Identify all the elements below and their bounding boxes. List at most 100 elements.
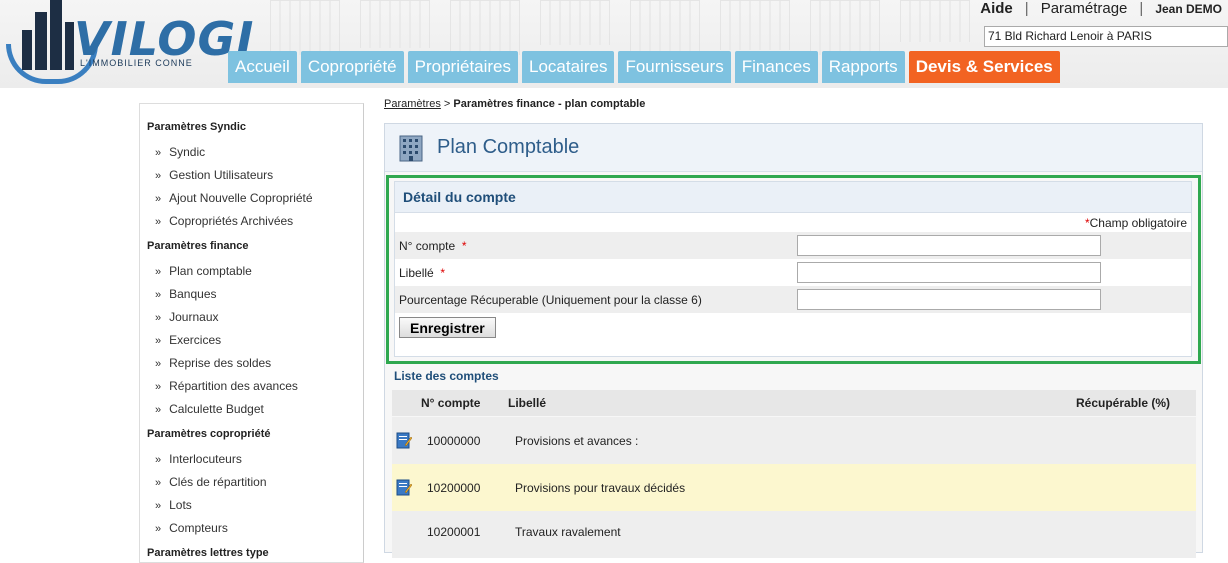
account-libelle: Travaux ravalement bbox=[515, 525, 621, 539]
table-row[interactable]: 10000000 Provisions et avances : bbox=[392, 417, 1196, 464]
arrow-icon: » bbox=[155, 358, 162, 370]
breadcrumb-current: Paramètres finance - plan comptable bbox=[453, 98, 646, 110]
required-mark: * bbox=[461, 238, 467, 253]
header: VILOGI L'IMMOBILIER CONNE Aide | Paramét… bbox=[0, 0, 1228, 88]
sidebar-item-exercices[interactable]: » Exercices bbox=[147, 329, 356, 352]
sidebar-item-label: Journaux bbox=[169, 310, 219, 324]
column-header-recuperable[interactable]: Récupérable (%) bbox=[1076, 396, 1170, 410]
background-building bbox=[360, 0, 430, 48]
background-building bbox=[630, 0, 700, 55]
arrow-icon: » bbox=[155, 454, 162, 466]
page-title: Plan Comptable bbox=[437, 136, 580, 158]
field-label: Libellé bbox=[399, 265, 434, 280]
sidebar-item-label: Copropriétés Archivées bbox=[169, 214, 294, 228]
nav-tab-locataires[interactable]: Locataires bbox=[522, 51, 615, 83]
main-nav: Accueil Copropriété Propriétaires Locata… bbox=[228, 51, 1060, 83]
sidebar-item-reprise-soldes[interactable]: » Reprise des soldes bbox=[147, 352, 356, 375]
nav-tab-finances[interactable]: Finances bbox=[734, 51, 818, 83]
sidebar-heading: Paramètres lettres type bbox=[147, 547, 269, 559]
separator: | bbox=[1139, 0, 1144, 17]
breadcrumb: Paramètres > Paramètres finance - plan c… bbox=[384, 98, 645, 110]
required-note-text: Champ obligatoire bbox=[1089, 216, 1187, 230]
sidebar-item-label: Exercices bbox=[169, 333, 222, 347]
background-building bbox=[900, 0, 970, 42]
save-button[interactable]: Enregistrer bbox=[399, 317, 496, 338]
aide-link[interactable]: Aide bbox=[980, 0, 1013, 17]
nav-tab-rapports[interactable]: Rapports bbox=[821, 51, 905, 83]
nav-tab-proprietaires[interactable]: Propriétaires bbox=[407, 51, 519, 83]
table-row[interactable]: 10200000 Provisions pour travaux décidés bbox=[392, 464, 1196, 511]
user-name[interactable]: Jean DEMO bbox=[1155, 2, 1222, 16]
arrow-icon: » bbox=[155, 381, 162, 393]
sidebar-item-label: Plan comptable bbox=[169, 264, 252, 278]
required-mark: * bbox=[440, 265, 446, 280]
top-links: Aide | Paramétrage | Jean DEMO bbox=[980, 0, 1222, 17]
breadcrumb-link-parametres[interactable]: Paramètres bbox=[384, 98, 441, 110]
column-header-num[interactable]: N° compte bbox=[421, 396, 480, 410]
arrow-icon: » bbox=[155, 500, 162, 512]
background-building bbox=[540, 0, 610, 45]
table-header: N° compte Libellé Récupérable (%) bbox=[392, 390, 1196, 416]
libelle-input[interactable] bbox=[797, 262, 1101, 283]
arrow-icon: » bbox=[155, 523, 162, 535]
pourcentage-input[interactable] bbox=[797, 289, 1101, 310]
parametrage-link[interactable]: Paramétrage bbox=[1041, 0, 1128, 17]
copropriete-selector[interactable]: 71 Bld Richard Lenoir à PARIS bbox=[984, 26, 1228, 47]
edit-icon[interactable] bbox=[396, 478, 412, 496]
form-row-pourcentage: Pourcentage Récuperable (Uniquement pour… bbox=[395, 286, 1191, 313]
sidebar-item-gestion-utilisateurs[interactable]: » Gestion Utilisateurs bbox=[147, 164, 356, 187]
nav-tab-accueil[interactable]: Accueil bbox=[228, 51, 297, 83]
sidebar-item-label: Banques bbox=[169, 287, 217, 301]
form-row-numero: N° compte * bbox=[395, 232, 1191, 259]
sidebar-item-journaux[interactable]: » Journaux bbox=[147, 306, 356, 329]
arrow-icon: » bbox=[155, 312, 162, 324]
background-building bbox=[720, 0, 790, 50]
separator: | bbox=[1024, 0, 1029, 17]
sidebar-item-label: Répartition des avances bbox=[169, 379, 298, 393]
nav-tab-copropriete[interactable]: Copropriété bbox=[300, 51, 404, 83]
sidebar-heading: Paramètres Syndic bbox=[147, 121, 247, 133]
sidebar-item-interlocuteurs[interactable]: » Interlocuteurs bbox=[147, 448, 356, 471]
sidebar-item-label: Lots bbox=[169, 498, 192, 512]
nav-tab-fournisseurs[interactable]: Fournisseurs bbox=[618, 51, 731, 83]
building-icon bbox=[399, 135, 423, 161]
edit-icon[interactable] bbox=[396, 431, 412, 449]
sidebar-item-label: Reprise des soldes bbox=[169, 356, 272, 370]
sidebar-item-repartition-avances[interactable]: » Répartition des avances bbox=[147, 375, 356, 398]
sidebar-item-cles-repartition[interactable]: » Clés de répartition bbox=[147, 471, 356, 494]
sidebar-item-coproprietes-archivees[interactable]: » Copropriétés Archivées bbox=[147, 210, 356, 233]
account-number: 10200000 bbox=[427, 481, 481, 495]
sidebar-item-plan-comptable[interactable]: » Plan comptable bbox=[147, 260, 356, 283]
accounts-list-title: Liste des comptes bbox=[394, 369, 499, 383]
nav-tab-devis-services[interactable]: Devis & Services bbox=[908, 51, 1060, 83]
sidebar-item-compteurs[interactable]: » Compteurs bbox=[147, 517, 356, 540]
sidebar-item-calculette-budget[interactable]: » Calculette Budget bbox=[147, 398, 356, 421]
arrow-icon: » bbox=[155, 266, 162, 278]
sidebar-item-syndic[interactable]: » Syndic bbox=[147, 141, 356, 164]
form-row-libelle: Libellé * bbox=[395, 259, 1191, 286]
sidebar-item-label: Interlocuteurs bbox=[169, 452, 242, 466]
sidebar-item-banques[interactable]: » Banques bbox=[147, 283, 356, 306]
account-libelle: Provisions et avances : bbox=[515, 434, 639, 448]
logo-tower bbox=[22, 30, 32, 70]
sidebar-item-label: Clés de répartition bbox=[169, 475, 267, 489]
arrow-icon: » bbox=[155, 193, 162, 205]
account-number: 10200001 bbox=[427, 525, 481, 539]
sidebar-item-lots[interactable]: » Lots bbox=[147, 494, 356, 517]
table-row[interactable]: 10200001 Travaux ravalement bbox=[392, 511, 1196, 558]
arrow-icon: » bbox=[155, 170, 162, 182]
sidebar-item-label: Syndic bbox=[169, 145, 206, 159]
account-number: 10000000 bbox=[427, 434, 481, 448]
column-header-libelle[interactable]: Libellé bbox=[508, 396, 546, 410]
vilogi-logo[interactable]: VILOGI L'IMMOBILIER CONNE bbox=[4, 0, 254, 84]
required-note: *Champ obligatoire bbox=[395, 213, 1191, 232]
logo-tower bbox=[35, 12, 47, 70]
account-libelle: Provisions pour travaux décidés bbox=[515, 481, 686, 495]
panel-header: Plan Comptable bbox=[385, 124, 1202, 172]
sidebar-item-label: Ajout Nouvelle Copropriété bbox=[169, 191, 313, 205]
account-number-input[interactable] bbox=[797, 235, 1101, 256]
background-building bbox=[810, 0, 880, 55]
sidebar-item-ajout-copropriete[interactable]: » Ajout Nouvelle Copropriété bbox=[147, 187, 356, 210]
breadcrumb-separator: > bbox=[440, 98, 454, 110]
background-building bbox=[270, 0, 340, 55]
